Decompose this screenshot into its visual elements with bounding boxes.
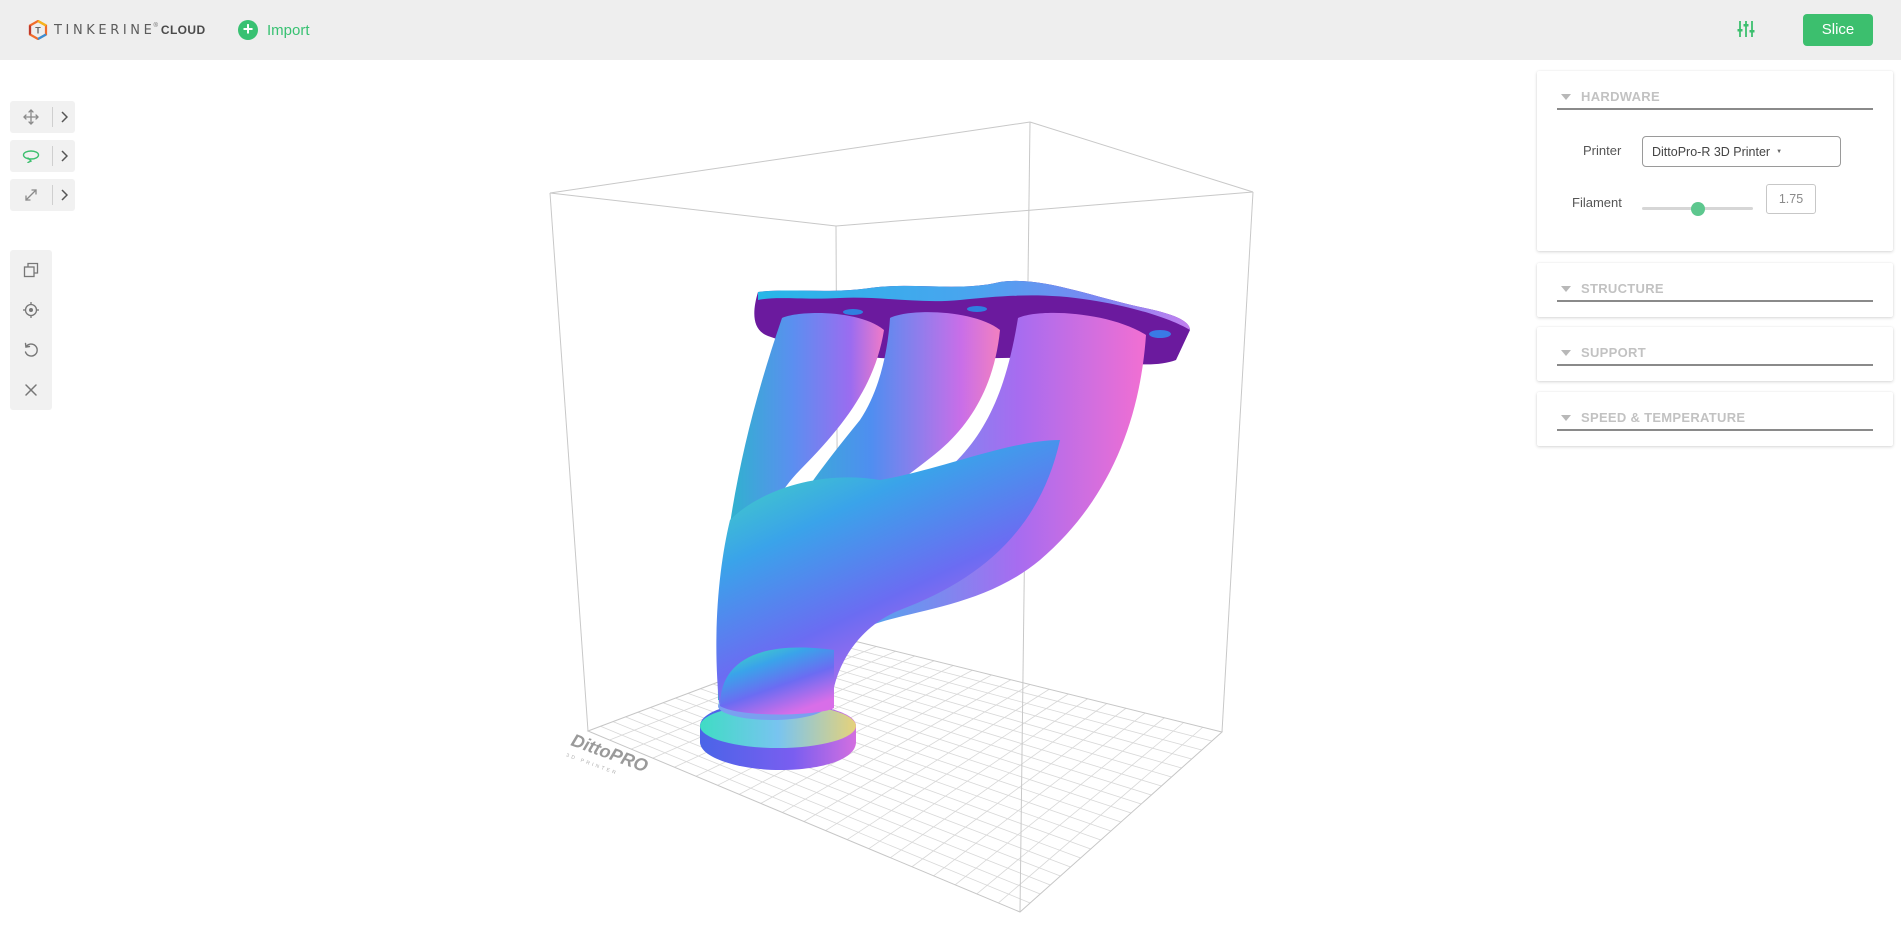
rotate-options-chevron[interactable] bbox=[53, 140, 75, 172]
move-tool-group bbox=[10, 101, 75, 133]
support-panel-header[interactable]: SUPPORT bbox=[1557, 345, 1873, 366]
structure-panel: STRUCTURE bbox=[1537, 263, 1893, 317]
speed-temperature-panel: SPEED & TEMPERATURE bbox=[1537, 392, 1893, 446]
build-plate-outline bbox=[586, 636, 1224, 913]
import-label: Import bbox=[267, 21, 310, 39]
structure-panel-header[interactable]: STRUCTURE bbox=[1557, 281, 1873, 302]
chevron-right-icon bbox=[61, 111, 68, 123]
rotate-tool-group bbox=[10, 140, 75, 172]
support-panel: SUPPORT bbox=[1537, 327, 1893, 381]
hardware-title: HARDWARE bbox=[1581, 89, 1660, 104]
grid-line bbox=[825, 641, 1212, 742]
bed-brand-logo: DittoPRO 3D PRINTER bbox=[565, 730, 650, 777]
duplicate-button[interactable] bbox=[10, 250, 52, 290]
svg-text:T: T bbox=[35, 26, 41, 36]
scale-options-chevron[interactable] bbox=[53, 179, 75, 211]
caret-down-icon bbox=[1561, 94, 1571, 100]
3d-model-manifold[interactable] bbox=[700, 280, 1190, 770]
chevron-right-icon bbox=[61, 150, 68, 162]
rotate-icon bbox=[22, 150, 40, 163]
hardware-panel: HARDWARE Printer DittoPro-R 3D Printer ▼… bbox=[1537, 71, 1893, 251]
top-bar: T TINKERINE ® CLOUD + Import Slice bbox=[0, 0, 1901, 60]
scale-tool-group bbox=[10, 179, 75, 211]
grid-line bbox=[998, 726, 1204, 904]
caret-down-icon bbox=[1561, 286, 1571, 292]
center-object-button[interactable] bbox=[10, 290, 52, 330]
support-title: SUPPORT bbox=[1581, 345, 1646, 360]
structure-title: STRUCTURE bbox=[1581, 281, 1664, 296]
brand-registered-mark: ® bbox=[153, 23, 158, 29]
caret-down-icon bbox=[1561, 415, 1571, 421]
speed-temperature-panel-header[interactable]: SPEED & TEMPERATURE bbox=[1557, 410, 1873, 431]
rotate-tool-button[interactable] bbox=[10, 140, 52, 172]
close-icon bbox=[25, 384, 37, 396]
brand-wordmark: TINKERINE bbox=[54, 22, 156, 38]
duplicate-icon bbox=[23, 262, 39, 278]
expand-arrows-icon bbox=[25, 189, 37, 201]
slice-button[interactable]: Slice bbox=[1803, 14, 1873, 46]
sliders-icon[interactable] bbox=[1737, 19, 1755, 39]
filament-label: Filament bbox=[1572, 195, 1622, 210]
printer-select[interactable]: DittoPro-R 3D Printer ▼ bbox=[1642, 136, 1841, 167]
caret-down-icon: ▼ bbox=[1776, 148, 1783, 155]
slider-knob[interactable] bbox=[1690, 202, 1705, 216]
caret-down-icon bbox=[1561, 350, 1571, 356]
reset-undo-icon bbox=[24, 342, 38, 357]
brand-cloud-label: CLOUD bbox=[160, 23, 206, 37]
move-arrows-icon bbox=[23, 109, 39, 125]
filament-input[interactable]: 1.75 bbox=[1766, 184, 1816, 214]
scale-tool-button[interactable] bbox=[10, 179, 52, 211]
plus-circle-icon: + bbox=[238, 20, 258, 40]
center-target-icon bbox=[23, 302, 39, 318]
printer-label: Printer bbox=[1583, 143, 1622, 158]
move-options-chevron[interactable] bbox=[53, 101, 75, 133]
3d-viewport[interactable]: DittoPRO 3D PRINTER bbox=[520, 110, 1280, 920]
chevron-right-icon bbox=[61, 189, 68, 201]
reset-button[interactable] bbox=[10, 330, 52, 370]
tinkerine-logo-icon: T bbox=[28, 20, 48, 40]
move-tool-button[interactable] bbox=[10, 101, 52, 133]
hardware-panel-header[interactable]: HARDWARE bbox=[1557, 89, 1873, 110]
speed-temperature-title: SPEED & TEMPERATURE bbox=[1581, 410, 1746, 425]
object-actions-toolbar bbox=[10, 250, 52, 410]
filament-slider[interactable] bbox=[1642, 202, 1753, 216]
remove-button[interactable] bbox=[10, 370, 52, 410]
printer-select-value: DittoPro-R 3D Printer bbox=[1652, 144, 1771, 159]
grid-line bbox=[976, 722, 1184, 895]
tinkerine-cloud-logo: T TINKERINE ® CLOUD bbox=[28, 19, 206, 41]
import-button[interactable]: + Import bbox=[238, 18, 310, 42]
